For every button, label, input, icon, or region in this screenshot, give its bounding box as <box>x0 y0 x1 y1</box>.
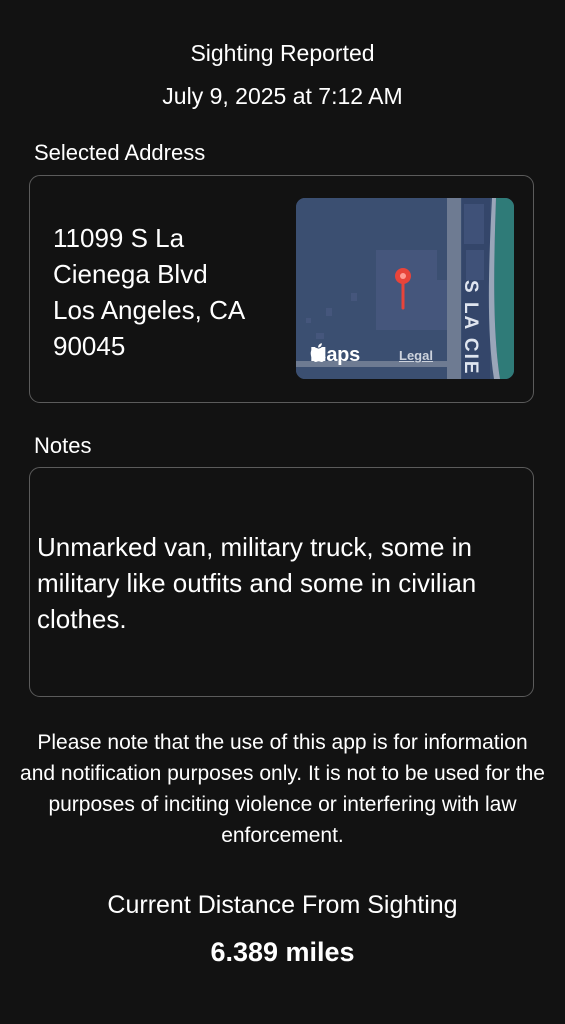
distance-label: Current Distance From Sighting <box>107 891 458 919</box>
maps-brand: Maps <box>310 343 360 367</box>
notes-label: Notes <box>34 433 92 458</box>
address-line: 11099 S La <box>53 223 185 253</box>
address-text: 11099 S La Cienega Blvd Los Angeles, CA … <box>53 220 288 364</box>
disclaimer-text: Please note that the use of this app is … <box>20 731 545 847</box>
distance-value: 6.389 miles <box>210 937 355 967</box>
notes-text: Unmarked van, military truck, some in mi… <box>37 532 477 634</box>
address-line: 90045 <box>53 331 126 361</box>
selected-address-label: Selected Address <box>34 140 206 165</box>
address-card: 11099 S La Cienega Blvd Los Angeles, CA … <box>29 175 534 403</box>
page-title: Sighting Reported <box>190 40 375 66</box>
notes-card: Unmarked van, military truck, some in mi… <box>29 467 534 697</box>
address-line: Cienega Blvd <box>53 259 208 289</box>
sighting-timestamp: July 9, 2025 at 7:12 AM <box>162 83 403 109</box>
apple-logo-icon <box>310 343 326 362</box>
legal-link[interactable]: Legal <box>399 348 433 364</box>
map-street-label: S LA CIE <box>460 280 481 376</box>
map-thumbnail[interactable]: S LA CIE Maps Legal <box>296 198 514 379</box>
address-line: Los Angeles, CA <box>53 295 246 325</box>
